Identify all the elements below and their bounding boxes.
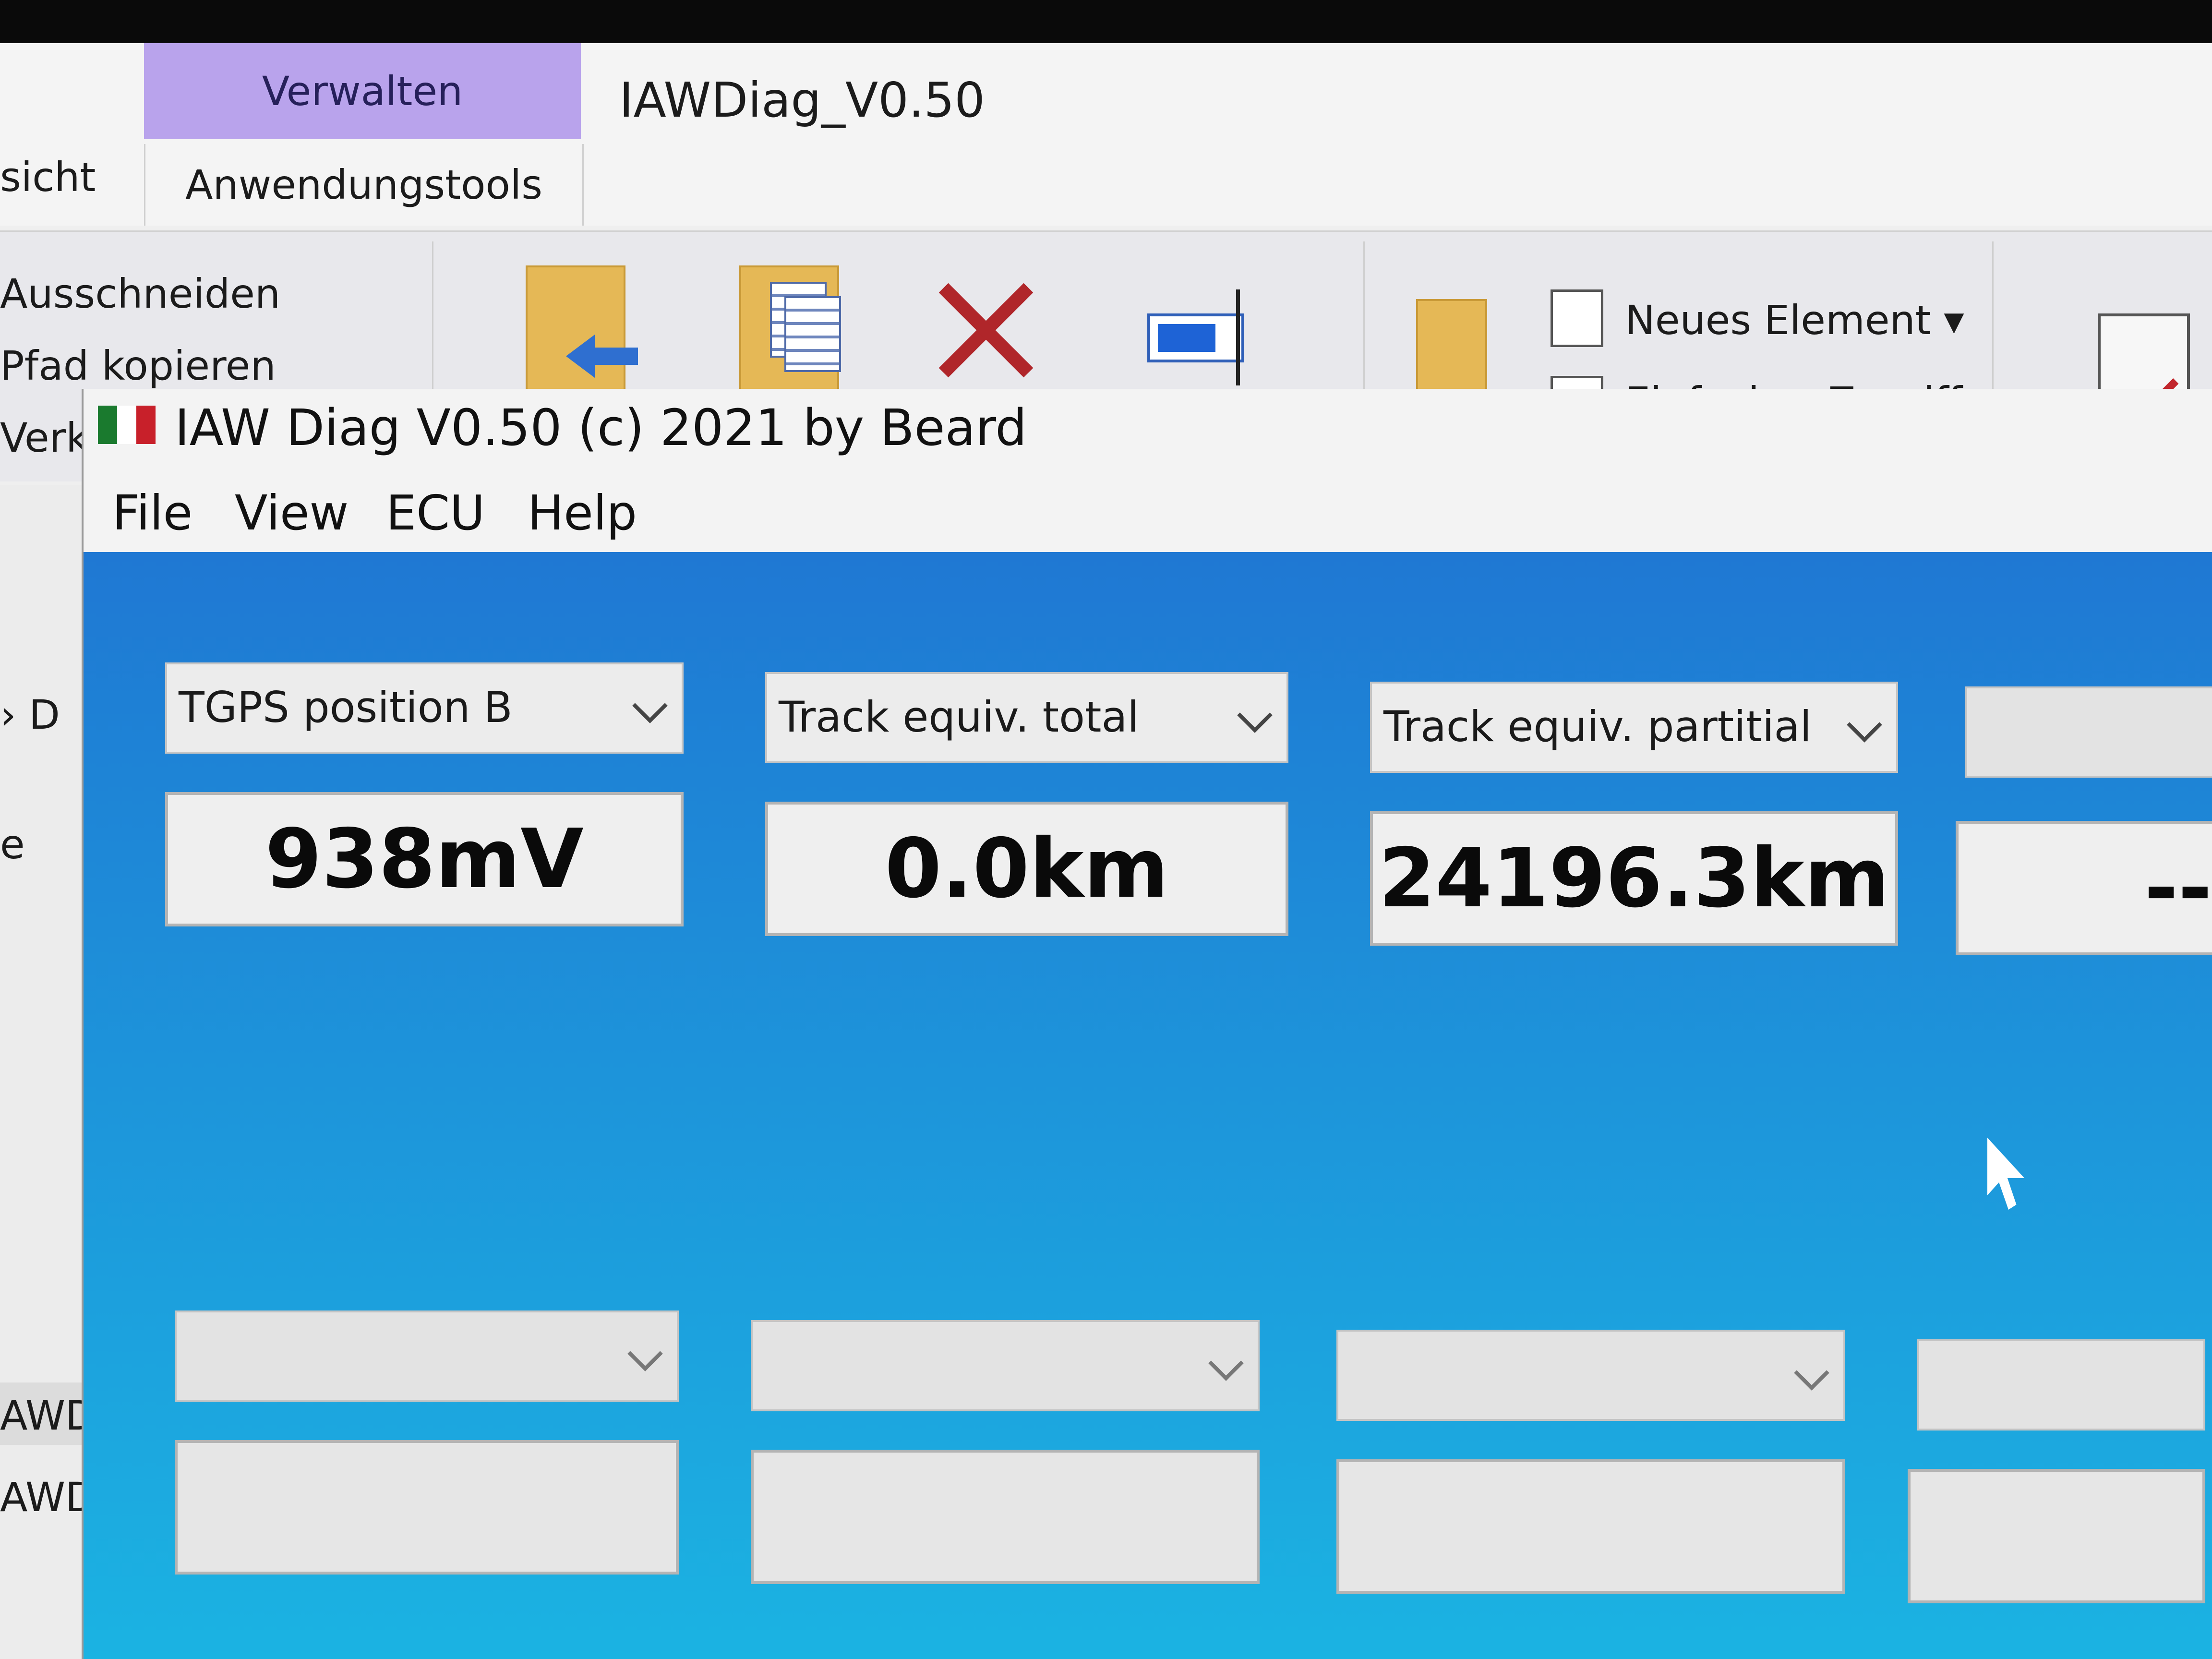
value-display-6 <box>751 1450 1260 1584</box>
iaw-menubar: File View ECU Help <box>84 475 2212 547</box>
value-display-1: 938mV <box>165 792 684 926</box>
value-display-4-text: -- <box>2144 841 2212 936</box>
parameter-select-1-label: TGPS position B <box>179 683 513 732</box>
chevron-down-icon <box>1847 707 1882 743</box>
tab-anwendungstools[interactable]: Anwendungstools <box>144 144 584 226</box>
iaw-titlebar[interactable]: IAW Diag V0.50 (c) 2021 by Beard <box>84 389 2212 475</box>
chevron-down-icon <box>632 688 668 723</box>
iaw-window-title: IAW Diag V0.50 (c) 2021 by Beard <box>175 398 1027 457</box>
parameter-select-7[interactable] <box>1336 1330 1845 1421</box>
menu-view[interactable]: View <box>235 485 349 541</box>
value-display-2-text: 0.0km <box>885 821 1169 916</box>
nav-item-e[interactable]: e <box>0 821 25 868</box>
menu-ecu[interactable]: ECU <box>386 485 485 541</box>
parameter-select-3-label: Track equiv. partitial <box>1383 702 1812 751</box>
pfad-kopieren-button[interactable]: Pfad kopieren <box>0 342 276 389</box>
neues-element-button[interactable]: Neues Element ▾ <box>1625 297 1964 344</box>
value-display-8 <box>1908 1469 2205 1603</box>
parameter-select-1[interactable]: TGPS position B <box>165 662 684 754</box>
ribbon-tab-bar: sicht Verwalten Anwendungstools IAWDiag_… <box>0 43 2212 226</box>
value-display-5 <box>175 1440 679 1575</box>
rename-icon[interactable] <box>1147 289 1262 385</box>
chevron-down-icon <box>627 1336 663 1371</box>
menu-help[interactable]: Help <box>528 485 637 541</box>
menu-file[interactable]: File <box>112 485 192 541</box>
explorer-window-title: IAWDiag_V0.50 <box>619 72 985 128</box>
chevron-down-icon <box>1794 1355 1829 1391</box>
parameter-select-5[interactable] <box>175 1310 679 1402</box>
parameter-select-2[interactable]: Track equiv. total <box>765 672 1288 763</box>
value-display-2: 0.0km <box>765 802 1288 936</box>
iaw-diag-window: IAW Diag V0.50 (c) 2021 by Beard File Vi… <box>82 389 2212 1659</box>
italian-flag-icon <box>98 406 156 444</box>
move-to-icon[interactable] <box>526 265 638 394</box>
tab-ansicht[interactable]: sicht <box>0 154 96 201</box>
value-display-3: 24196.3km <box>1370 811 1898 946</box>
new-item-icon <box>1551 289 1603 347</box>
copy-to-icon[interactable] <box>739 265 841 394</box>
value-display-4: -- <box>1956 821 2212 955</box>
chevron-down-icon <box>1237 697 1273 733</box>
iaw-client-area: TGPS position B Track equiv. total Track… <box>84 552 2212 1659</box>
ausschneiden-button[interactable]: Ausschneiden <box>0 270 280 317</box>
parameter-select-6[interactable] <box>751 1320 1260 1411</box>
value-display-3-text: 24196.3km <box>1378 831 1890 926</box>
delete-icon[interactable] <box>931 275 1042 385</box>
tab-verwalten[interactable]: Verwalten <box>144 43 581 139</box>
nav-item-d[interactable]: › D <box>0 691 60 738</box>
parameter-select-3[interactable]: Track equiv. partitial <box>1370 682 1898 773</box>
chevron-down-icon <box>1208 1346 1244 1381</box>
value-display-7 <box>1336 1459 1845 1594</box>
parameter-select-8[interactable] <box>1917 1339 2205 1431</box>
value-display-1-text: 938mV <box>265 812 584 907</box>
parameter-select-2-label: Track equiv. total <box>779 692 1139 742</box>
navigation-pane: › D e AWD AWD <box>0 485 96 1659</box>
parameter-select-4[interactable] <box>1965 686 2212 778</box>
